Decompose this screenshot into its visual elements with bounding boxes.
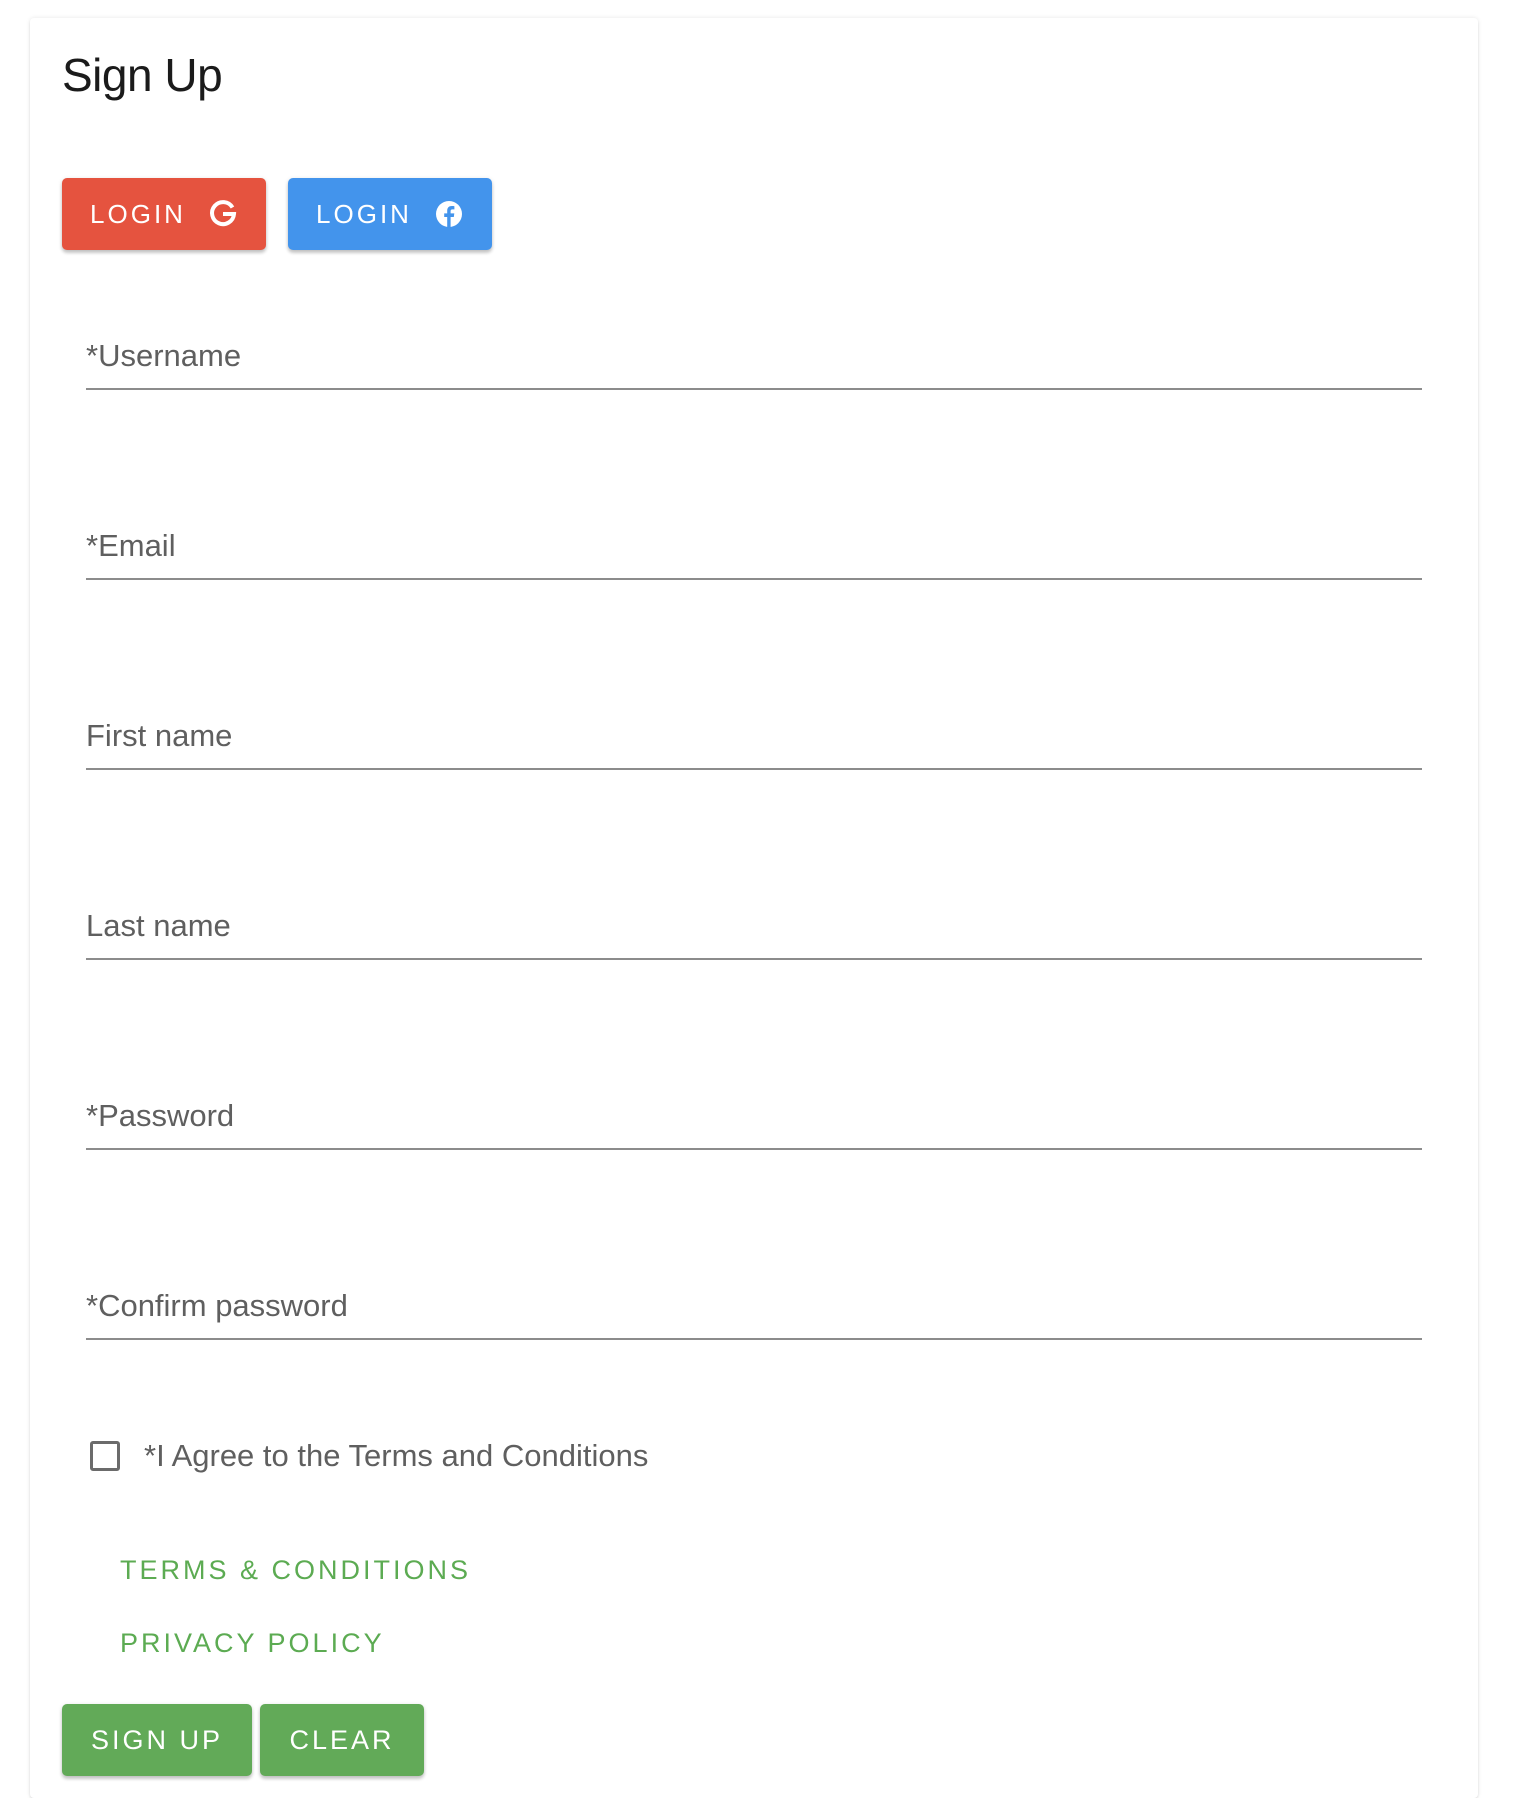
- email-field[interactable]: *Email: [86, 518, 1426, 580]
- confirm-password-input[interactable]: [86, 1278, 1426, 1340]
- facebook-login-label: LOGIN: [316, 198, 412, 229]
- facebook-login-button[interactable]: LOGIN: [288, 178, 492, 250]
- agree-terms-row: *I Agree to the Terms and Conditions: [90, 1438, 648, 1474]
- google-login-button[interactable]: LOGIN: [62, 178, 266, 250]
- google-login-label: LOGIN: [90, 198, 186, 229]
- confirm-password-field[interactable]: *Confirm password: [86, 1278, 1426, 1340]
- agree-terms-checkbox[interactable]: [90, 1441, 120, 1471]
- last-name-field[interactable]: Last name: [86, 898, 1426, 960]
- agree-terms-label: *I Agree to the Terms and Conditions: [144, 1438, 649, 1473]
- clear-button[interactable]: CLEAR: [260, 1704, 424, 1776]
- password-input[interactable]: [86, 1088, 1426, 1150]
- password-field[interactable]: *Password: [86, 1088, 1426, 1150]
- first-name-input[interactable]: [86, 708, 1426, 770]
- facebook-icon: [434, 199, 464, 229]
- page-title: Sign Up: [62, 49, 223, 101]
- signup-card: Sign Up LOGIN LOGIN *Username *Email Fir…: [30, 18, 1478, 1798]
- sign-up-button[interactable]: SIGN UP: [62, 1704, 252, 1776]
- google-g-icon: [208, 199, 238, 229]
- email-input[interactable]: [86, 518, 1426, 580]
- terms-conditions-link[interactable]: TERMS & CONDITIONS: [120, 1555, 471, 1586]
- username-field[interactable]: *Username: [86, 328, 1426, 390]
- last-name-input[interactable]: [86, 898, 1426, 960]
- privacy-policy-link[interactable]: PRIVACY POLICY: [120, 1628, 385, 1659]
- username-input[interactable]: [86, 328, 1426, 390]
- first-name-field[interactable]: First name: [86, 708, 1426, 770]
